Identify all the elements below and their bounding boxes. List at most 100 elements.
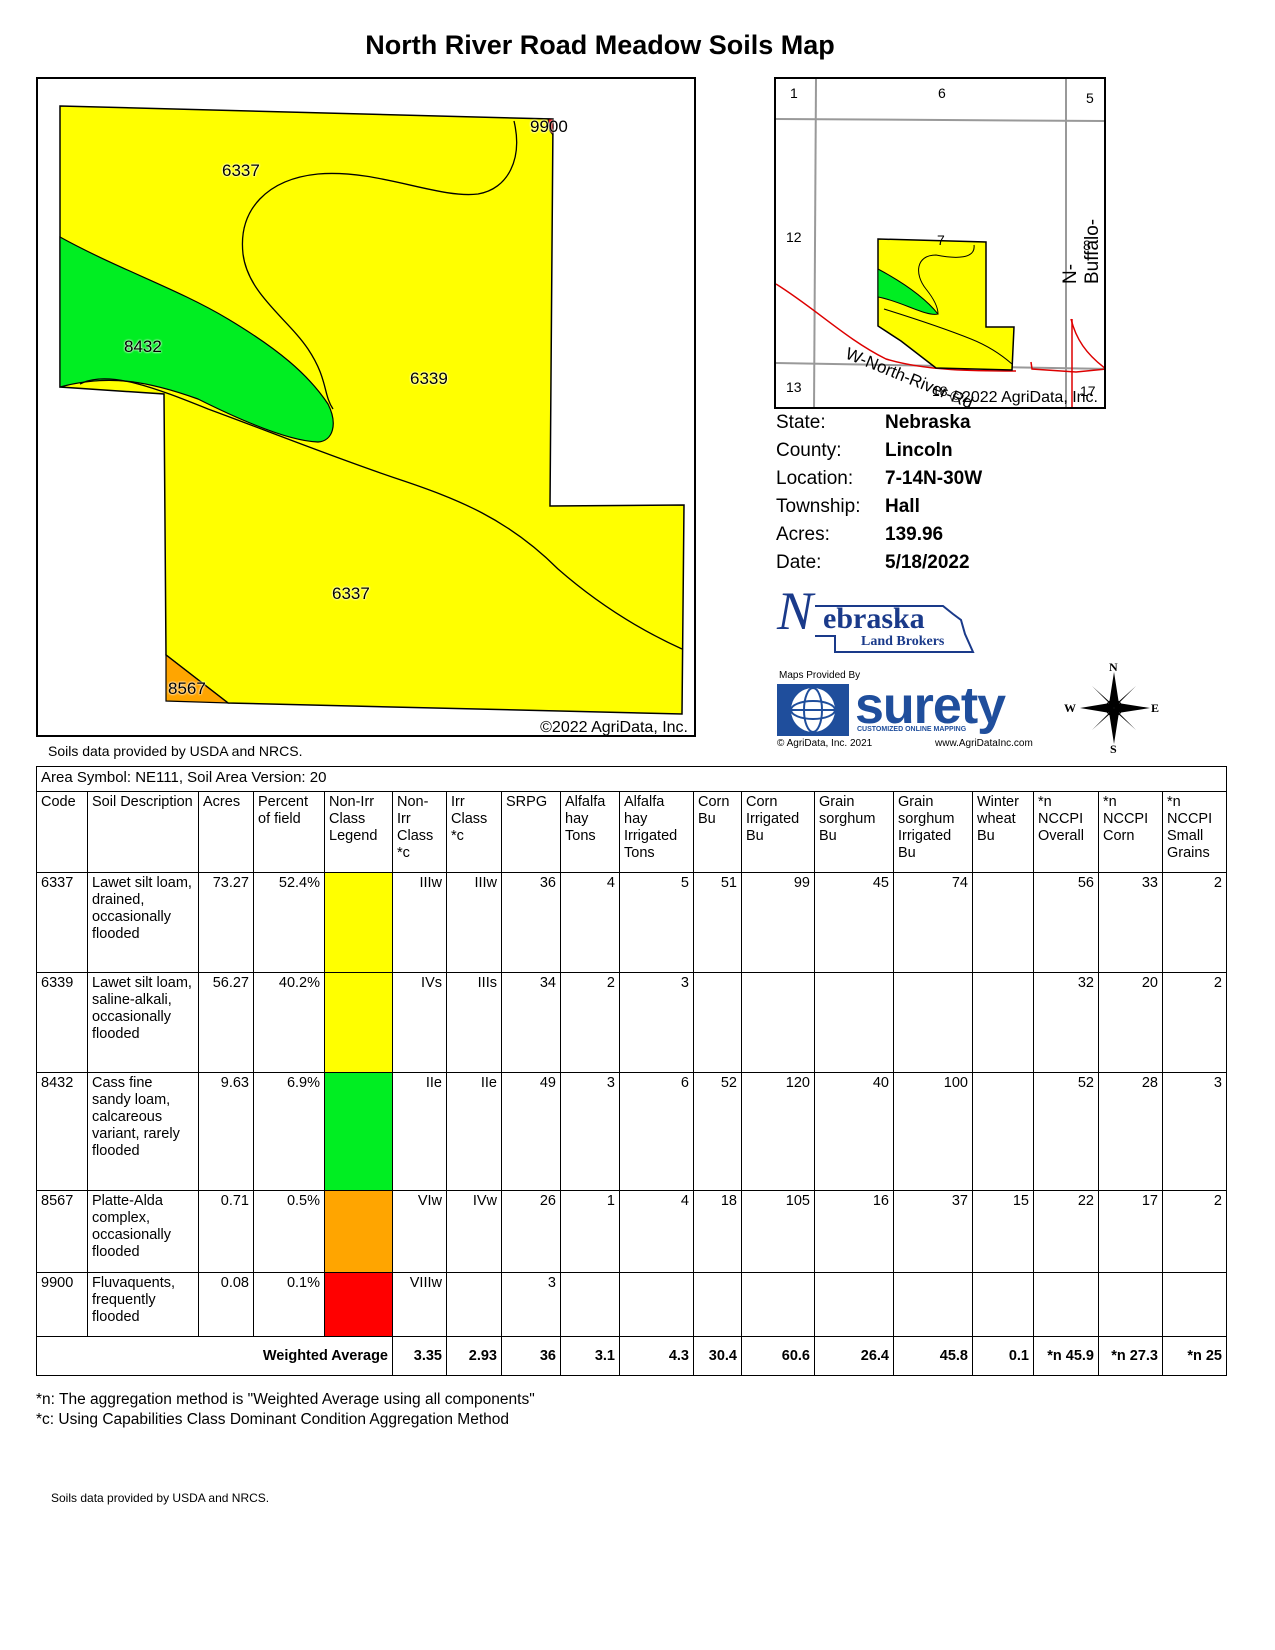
weighted-cell: 45.8 bbox=[893, 1336, 973, 1376]
table-cell: 3 bbox=[501, 1272, 561, 1337]
footnotes: *n: The aggregation method is "Weighted … bbox=[36, 1390, 535, 1430]
weighted-cell: 4.3 bbox=[619, 1336, 694, 1376]
table-cell: 0.71 bbox=[198, 1190, 254, 1273]
globe-icon bbox=[777, 684, 849, 736]
weighted-cell: 30.4 bbox=[693, 1336, 742, 1376]
col-header: Percent of field bbox=[253, 791, 325, 873]
info-row-township: Township: Hall bbox=[776, 496, 982, 524]
header-row: Code Soil Description Acres Percent of f… bbox=[36, 791, 1227, 873]
section-7: 7 bbox=[937, 232, 945, 248]
table-cell bbox=[814, 972, 894, 1073]
weighted-cell: 36 bbox=[501, 1336, 561, 1376]
table-cell: Lawet silt loam, drained, occasionally f… bbox=[87, 872, 199, 973]
table-cell: 3 bbox=[619, 972, 694, 1073]
table-cell: 100 bbox=[893, 1072, 973, 1191]
map-label-8567: 8567 bbox=[168, 679, 206, 698]
col-header: Alfalfa hay Irrigated Tons bbox=[619, 791, 694, 873]
table-cell: 2 bbox=[1162, 872, 1227, 973]
table-cell: VIw bbox=[392, 1190, 447, 1273]
class-legend-swatch bbox=[324, 1072, 393, 1191]
table-cell: IIIw bbox=[392, 872, 447, 973]
col-header: Irr Class *c bbox=[446, 791, 502, 873]
map-copyright: ©2022 AgriData, Inc. bbox=[540, 719, 688, 736]
compass-e: E bbox=[1151, 701, 1160, 715]
table-cell: IVs bbox=[392, 972, 447, 1073]
soils-map[interactable]: 6337 9900 8432 6339 6337 8567 ©2022 Agri… bbox=[36, 77, 696, 737]
table-cell bbox=[619, 1272, 694, 1337]
col-header: *n NCCPI Overall bbox=[1033, 791, 1099, 873]
table-cell: Platte-Alda complex, occasionally floode… bbox=[87, 1190, 199, 1273]
nebraska-land-brokers-logo: N ebraska Land Brokers bbox=[775, 581, 985, 660]
table-cell bbox=[1098, 1272, 1163, 1337]
table-cell: 16 bbox=[814, 1190, 894, 1273]
locator-map[interactable]: 1 6 5 12 7 8 13 18 17 N-Buffalo-Rd W-Nor… bbox=[774, 77, 1106, 409]
surety-url: www.AgriDataInc.com bbox=[935, 738, 1033, 749]
table-cell: 17 bbox=[1098, 1190, 1163, 1273]
table-cell: 52.4% bbox=[253, 872, 325, 973]
nlb-main: ebraska bbox=[823, 602, 925, 635]
info-value: 139.96 bbox=[885, 524, 944, 545]
table-row: 6337 Lawet silt loam, drained, occasional… bbox=[36, 872, 1227, 973]
weighted-cell: *n 25 bbox=[1162, 1336, 1227, 1376]
locator-copyright: ©2022 AgriData, Inc. bbox=[950, 389, 1098, 406]
table-body: 6337 Lawet silt loam, drained, occasional… bbox=[36, 872, 1227, 1337]
table-cell: 6339 bbox=[36, 972, 88, 1073]
table-cell: 9900 bbox=[36, 1272, 88, 1337]
section-13: 13 bbox=[786, 379, 802, 395]
info-label: Date: bbox=[776, 552, 822, 573]
area-symbol: Area Symbol: NE111, Soil Area Version: 2… bbox=[36, 766, 1227, 792]
page-title: North River Road Meadow Soils Map bbox=[365, 30, 835, 60]
table-cell: 1 bbox=[560, 1190, 620, 1273]
table-cell: 4 bbox=[619, 1190, 694, 1273]
col-header: *n NCCPI Small Grains bbox=[1162, 791, 1227, 873]
table-cell bbox=[446, 1272, 502, 1337]
table-cell: Cass fine sandy loam, calcareous variant… bbox=[87, 1072, 199, 1191]
table-cell: 45 bbox=[814, 872, 894, 973]
table-cell: 73.27 bbox=[198, 872, 254, 973]
table-cell: 2 bbox=[560, 972, 620, 1073]
map-label-6337: 6337 bbox=[222, 161, 260, 180]
table-cell bbox=[1162, 1272, 1227, 1337]
table-cell: IIe bbox=[446, 1072, 502, 1191]
table-cell: 0.1% bbox=[253, 1272, 325, 1337]
weighted-label: Weighted Average bbox=[36, 1336, 393, 1376]
weighted-cell: *n 27.3 bbox=[1098, 1336, 1163, 1376]
table-cell: 3 bbox=[1162, 1072, 1227, 1191]
info-label: Acres: bbox=[776, 524, 830, 545]
table-cell: 6.9% bbox=[253, 1072, 325, 1191]
table-cell: 0.5% bbox=[253, 1190, 325, 1273]
footnote-n: *n: The aggregation method is "Weighted … bbox=[36, 1391, 535, 1408]
table-cell bbox=[693, 972, 742, 1073]
table-cell: 22 bbox=[1033, 1190, 1099, 1273]
surety-logo: Maps Provided By surety CUSTOMIZED ONLIN… bbox=[777, 670, 1057, 752]
table-cell: 36 bbox=[501, 872, 561, 973]
col-header: Alfalfa hay Tons bbox=[560, 791, 620, 873]
section-12: 12 bbox=[786, 229, 802, 245]
col-header: Corn Irrigated Bu bbox=[741, 791, 815, 873]
class-legend-swatch bbox=[324, 1272, 393, 1337]
table-cell: 40 bbox=[814, 1072, 894, 1191]
col-header: Soil Description bbox=[87, 791, 199, 873]
compass-n: N bbox=[1109, 660, 1118, 674]
surety-copy: © AgriData, Inc. 2021 bbox=[777, 738, 873, 749]
table-row: 6339 Lawet silt loam, saline-alkali, occa… bbox=[36, 972, 1227, 1073]
table-cell bbox=[741, 972, 815, 1073]
info-row-location: Location: 7-14N-30W bbox=[776, 468, 982, 496]
table-cell bbox=[893, 972, 973, 1073]
table-cell: 99 bbox=[741, 872, 815, 973]
weighted-average-row: Weighted Average 3.35 2.93 36 3.1 4.3 30… bbox=[36, 1336, 1227, 1376]
table-cell: 2 bbox=[1162, 1190, 1227, 1273]
col-header: Non-Irr Class *c bbox=[392, 791, 447, 873]
info-row-acres: Acres: 139.96 bbox=[776, 524, 982, 552]
info-row-state: State: Nebraska bbox=[776, 412, 982, 440]
footnote-c: *c: Using Capabilities Class Dominant Co… bbox=[36, 1411, 510, 1428]
section-6: 6 bbox=[938, 85, 946, 101]
info-value: 5/18/2022 bbox=[885, 552, 970, 573]
area-row: Area Symbol: NE111, Soil Area Version: 2… bbox=[36, 766, 1227, 792]
soils-map-canvas bbox=[59, 105, 685, 715]
info-label: County: bbox=[776, 440, 842, 461]
info-label: Township: bbox=[776, 496, 861, 517]
attribution-top: Soils data provided by USDA and NRCS. bbox=[48, 743, 303, 759]
table-cell: 33 bbox=[1098, 872, 1163, 973]
table-cell: 20 bbox=[1098, 972, 1163, 1073]
